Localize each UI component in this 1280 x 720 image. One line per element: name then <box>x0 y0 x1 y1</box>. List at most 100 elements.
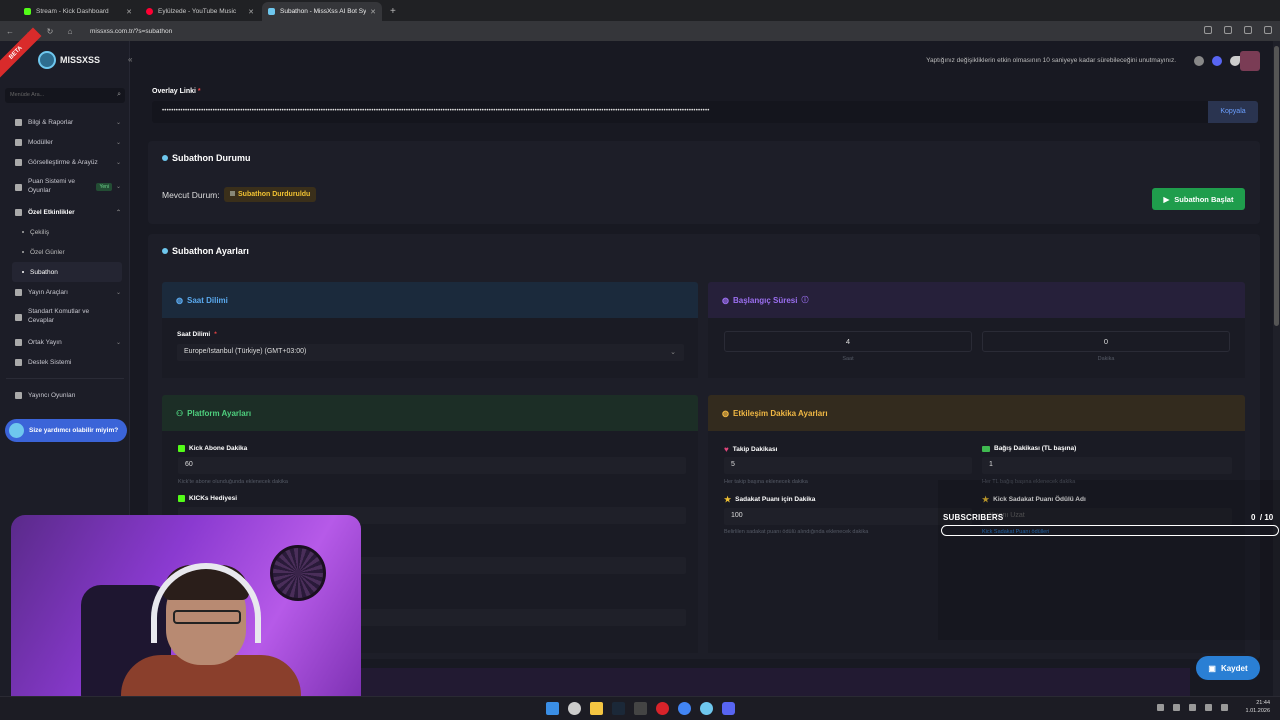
overlay-shade <box>938 480 1280 640</box>
close-icon[interactable]: ✕ <box>126 8 132 16</box>
sidebar-item-label: Destek Sistemi <box>28 358 72 366</box>
sidebar-item-co-stream[interactable]: Ortak Yayın ⌄ <box>0 332 130 352</box>
sidebar-item-label: Yayın Araçları <box>28 288 68 296</box>
chevron-down-icon: ⌄ <box>115 119 121 126</box>
steam-icon[interactable] <box>612 702 625 715</box>
sidebar-item-label: Bilgi & Raporlar <box>28 118 74 126</box>
new-tab-button[interactable]: + <box>384 2 402 21</box>
start-minutes-input[interactable]: 0 <box>982 331 1230 352</box>
timezone-select[interactable]: Europe/Istanbul (Türkiye) (GMT+03:00) ⌄ <box>177 344 684 361</box>
assistant-avatar <box>9 423 24 438</box>
opera-icon[interactable] <box>656 702 669 715</box>
cast-icon[interactable] <box>1204 26 1212 34</box>
sidebar-item-special-events[interactable]: Özel Etkinlikler ⌃ <box>0 202 130 222</box>
sidebar-subitem-subathon[interactable]: Subathon <box>12 262 122 282</box>
discord-icon[interactable] <box>722 702 735 715</box>
interaction-panel-header: ◍ Etkileşim Dakika Ayarları <box>708 395 1245 431</box>
home-icon[interactable]: ⌂ <box>60 27 80 36</box>
back-icon[interactable]: ← <box>0 27 20 36</box>
file-explorer-icon[interactable] <box>590 702 603 715</box>
windows-start-icon[interactable] <box>546 702 559 715</box>
start-subathon-button[interactable]: ▶ Subathon Başlat <box>1152 188 1245 210</box>
sidebar-item-modules[interactable]: Modüller ⌄ <box>0 132 130 152</box>
sidebar-item-stream-tools[interactable]: Yayın Araçları ⌄ <box>0 282 130 302</box>
save-notice: Yaptığınız değişikliklerin etkin olmasın… <box>926 57 1176 64</box>
kick-sub-input[interactable]: 60 <box>178 457 686 474</box>
modules-icon <box>15 138 22 146</box>
sidebar-item-label: Yayıncı Oyunları <box>28 391 76 399</box>
address-bar: ← → ↻ ⌂ missxss.com.tr/?s=subathon <box>0 21 1280 41</box>
sidebar-item-reports[interactable]: Bilgi & Raporlar ⌄ <box>0 112 130 132</box>
volume-icon[interactable] <box>1221 704 1228 711</box>
subathon-status-card <box>148 141 1260 224</box>
kick-sub-hint: Kick'te abone olunduğunda eklenecek daki… <box>178 479 288 485</box>
browser-tab-active[interactable]: Subathon - MissXss AI Bot Syst... ✕ <box>262 2 382 21</box>
platform-panel-header: ⚇ Platform Ayarları <box>162 395 698 431</box>
help-chat-button[interactable]: Size yardımcı olabilir miyim? <box>5 419 127 442</box>
search-icon[interactable] <box>568 702 581 715</box>
globe-icon: ◍ <box>176 295 183 305</box>
overlay-link-label: Overlay Linki * <box>152 88 201 95</box>
copy-button[interactable]: Kopyala <box>1208 101 1258 123</box>
start-minutes-label: Dakika <box>1097 356 1115 362</box>
sidebar-item-commands[interactable]: Standart Komutlar ve Cevaplar <box>0 302 130 332</box>
menu-search-input[interactable]: Menüde Ara... ⌕ <box>5 88 125 103</box>
star-icon[interactable] <box>1224 26 1232 34</box>
stop-icon <box>230 191 235 196</box>
sidebar-menu: Bilgi & Raporlar ⌄ Modüller ⌄ Görselleştir… <box>0 112 130 405</box>
app-icon[interactable] <box>634 702 647 715</box>
reload-icon[interactable]: ↻ <box>40 27 60 36</box>
sidebar-subitem-raffle[interactable]: Çekiliş <box>0 222 130 242</box>
user-avatar[interactable] <box>1240 51 1260 71</box>
close-icon[interactable]: ✕ <box>248 8 254 16</box>
menu-icon[interactable] <box>1264 26 1272 34</box>
browser-tab[interactable]: Stream - Kick Dashboard ✕ <box>18 2 138 21</box>
sidebar-subitem-label: Subathon <box>30 268 58 276</box>
url-field[interactable]: missxss.com.tr/?s=subathon <box>90 28 172 35</box>
status-badge: Subathon Durduruldu <box>224 187 317 202</box>
overlay-link-input[interactable]: ••••••••••••••••••••••••••••••••••••••••… <box>152 101 1208 123</box>
theme-moon-icon[interactable] <box>1230 55 1240 66</box>
scrollbar-thumb[interactable] <box>1274 46 1279 326</box>
close-icon[interactable]: ✕ <box>370 8 376 16</box>
start-duration-panel-header: ◍ Başlangıç Süresi ⓘ <box>708 282 1245 318</box>
sidebar-item-streamer-games[interactable]: Yayıncı Oyunları <box>0 385 130 405</box>
extension-icon[interactable] <box>1244 26 1252 34</box>
chrome-icon[interactable] <box>678 702 691 715</box>
follow-label: ♥ Takip Dakikası <box>724 445 778 454</box>
sidebar-subitem-special-days[interactable]: Özel Günler <box>0 242 130 262</box>
cloud-icon[interactable] <box>1173 704 1180 711</box>
tab-title: Eylülzede - YouTube Music <box>158 8 237 15</box>
loyalty-input[interactable]: 100 <box>724 508 972 525</box>
save-button[interactable]: ▣ Kaydet <box>1196 656 1260 680</box>
donation-input[interactable]: 1 <box>982 457 1232 474</box>
user-plus-icon: ⚇ <box>176 408 184 418</box>
follow-input[interactable]: 5 <box>724 457 972 474</box>
loyalty-label: ★ Sadakat Puanı için Dakika <box>724 495 816 504</box>
timezone-panel-header: ◍ Saat Dilimi <box>162 282 698 318</box>
sidebar-item-visuals[interactable]: Görselleştirme & Arayüz ⌄ <box>0 152 130 172</box>
logo[interactable]: MISSXSS <box>38 51 100 69</box>
start-hours-input[interactable]: 4 <box>724 331 972 352</box>
microphone-icon[interactable] <box>1189 704 1196 711</box>
wifi-icon[interactable] <box>1205 704 1212 711</box>
discord-icon[interactable] <box>1212 55 1222 66</box>
loyalty-hint: Belirlilen sadakat puanı ödülü alındığın… <box>724 529 869 535</box>
kick-icon <box>178 495 185 502</box>
browser-tab[interactable]: Eylülzede - YouTube Music ✕ <box>140 2 260 21</box>
chevron-up-icon[interactable] <box>1157 704 1164 711</box>
system-clock[interactable]: 21:44 1.01.2026 <box>1246 700 1270 715</box>
chevron-down-icon: ⌄ <box>670 349 676 356</box>
chevron-down-icon: ⌄ <box>115 289 121 296</box>
search-placeholder: Menüde Ara... <box>10 92 45 98</box>
support-icon[interactable] <box>1194 55 1204 66</box>
sidebar-item-points[interactable]: Puan Sistemi ve Oyunlar Yeni ⌄ <box>0 172 130 202</box>
obs-icon[interactable] <box>700 702 713 715</box>
help-label: Size yardımcı olabilir miyim? <box>29 427 119 434</box>
sidebar-item-support[interactable]: Destek Sistemi <box>0 352 130 372</box>
help-icon[interactable]: ⓘ <box>801 295 808 305</box>
youtube-music-icon <box>146 8 153 15</box>
dartboard <box>270 545 326 601</box>
coin-icon <box>15 183 22 191</box>
sidebar-item-label: Özel Etkinlikler <box>28 208 75 216</box>
